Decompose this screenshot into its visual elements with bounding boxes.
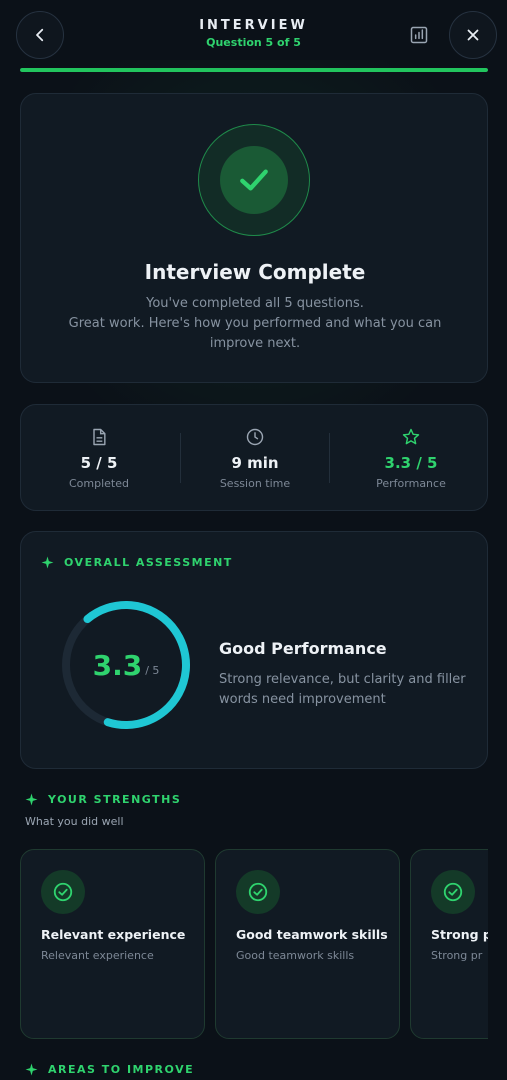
strengths-heading: YOUR STRENGTHS [25,793,181,806]
improve-heading: AREAS TO IMPROVE [25,1063,194,1076]
check-circle-icon [443,882,463,902]
strength-badge [236,870,280,914]
score-max: / 5 [145,663,160,677]
completion-card: Interview Complete You've completed all … [20,93,488,383]
strength-description: Relevant experience [41,949,154,962]
sparkle-icon [25,793,38,806]
top-bar: INTERVIEW Question 5 of 5 [0,0,507,72]
success-badge [198,124,310,236]
stat-value: 5 / 5 [80,454,118,472]
overall-assessment-card: OVERALL ASSESSMENT 3.3 / 5 Good Performa… [20,531,488,769]
score-display: 3.3 / 5 [51,590,201,740]
stat-value: 9 min [231,454,279,472]
page-title: INTERVIEW [199,18,308,33]
completion-line-2: Great work. Here's how you performed and… [68,316,442,331]
strength-title: Relevant experience [41,927,186,942]
back-button[interactable] [16,11,64,59]
strength-title: Good teamwork skills [236,927,388,942]
header-title-block: INTERVIEW Question 5 of 5 [100,18,407,49]
strength-description: Good teamwork skills [236,949,355,962]
stat-performance: 3.3 / 5 Performance [333,405,489,512]
assessment-heading-text: OVERALL ASSESSMENT [64,556,233,569]
progress-fill [20,68,488,72]
completion-line-3: improve next. [209,336,301,351]
strength-card[interactable]: Strong pr Strong pr [410,849,488,1039]
document-icon [93,428,106,446]
improve-heading-text: AREAS TO IMPROVE [48,1063,195,1076]
success-badge-inner [220,146,288,214]
completion-title: Interview Complete [144,260,366,284]
stat-label: Performance [376,477,446,490]
close-icon [467,29,479,41]
stat-session-time: 9 min Session time [177,405,333,512]
strength-badge [431,870,475,914]
clock-icon [246,428,264,446]
strengths-subheading: What you did well [25,815,124,828]
bar-chart-icon [410,26,428,44]
assessment-heading: OVERALL ASSESSMENT [41,556,233,569]
stat-divider [329,433,330,483]
check-circle-icon [248,882,268,902]
check-icon [240,169,268,191]
performance-title: Good Performance [219,639,387,658]
close-button[interactable] [449,11,497,59]
sparkle-icon [25,1063,38,1076]
stat-completed: 5 / 5 Completed [21,405,177,512]
strength-card[interactable]: Relevant experience Relevant experience [20,849,205,1039]
strength-description: Strong pr [431,949,483,962]
stat-label: Completed [69,477,129,490]
strength-title: Strong pr [431,927,488,942]
performance-description: Strong relevance, but clarity and filler… [219,672,466,707]
question-counter: Question 5 of 5 [206,36,301,49]
completion-description: You've completed all 5 questions. Great … [51,294,459,354]
strengths-heading-text: YOUR STRENGTHS [48,793,182,806]
check-circle-icon [53,882,73,902]
session-stats: 5 / 5 Completed 9 min Session time 3.3 /… [20,404,488,511]
stat-value: 3.3 / 5 [384,454,438,472]
star-icon [402,428,420,445]
stat-label: Session time [219,477,291,490]
score-value: 3.3 [92,648,143,682]
sparkle-icon [41,556,54,569]
strength-card[interactable]: Good teamwork skills Good teamwork skill… [215,849,400,1039]
completion-line-1: You've completed all 5 questions. [146,296,364,311]
chevron-left-icon [36,28,44,42]
strengths-carousel[interactable]: Relevant experience Relevant experience … [20,849,488,1040]
progress-bar [20,68,488,72]
strength-badge [41,870,85,914]
stats-button[interactable] [406,22,432,48]
